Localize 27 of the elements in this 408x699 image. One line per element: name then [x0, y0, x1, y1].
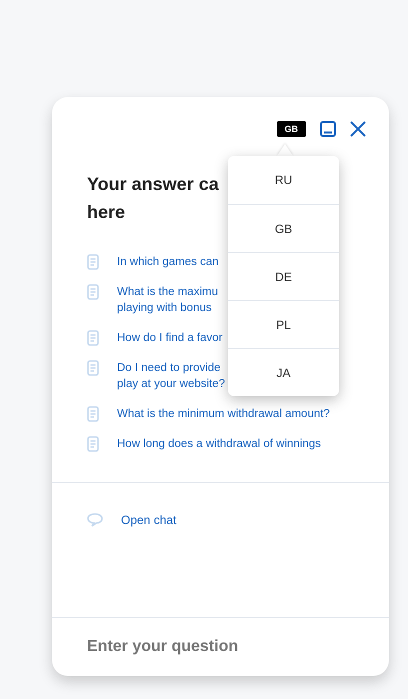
- open-chat-link[interactable]: Open chat: [121, 513, 176, 527]
- question-link[interactable]: What is the maximu: [117, 284, 218, 300]
- language-option[interactable]: DE: [228, 252, 339, 300]
- document-icon: [87, 330, 99, 346]
- document-icon: [87, 284, 99, 300]
- document-icon: [87, 436, 99, 452]
- panel-heading: here: [87, 201, 126, 224]
- chat-bubble-icon: [87, 513, 103, 527]
- document-icon: [87, 254, 99, 270]
- language-option[interactable]: PL: [228, 300, 339, 348]
- language-option[interactable]: RU: [228, 156, 339, 204]
- question-input[interactable]: Enter your question: [52, 618, 389, 676]
- question-link[interactable]: How long does a withdrawal of winnings: [117, 436, 321, 452]
- document-icon: [87, 360, 99, 376]
- question-link[interactable]: playing with bonus: [117, 300, 212, 316]
- question-link[interactable]: Do I need to provide: [117, 360, 221, 376]
- language-option[interactable]: GB: [228, 204, 339, 252]
- document-icon: [87, 406, 99, 422]
- question-link[interactable]: How do I find a favor: [117, 330, 222, 346]
- language-option[interactable]: JA: [228, 348, 339, 396]
- question-link[interactable]: What is the minimum withdrawal amount?: [117, 406, 330, 422]
- language-badge[interactable]: GB: [276, 121, 306, 137]
- close-icon[interactable]: [350, 121, 366, 137]
- minimize-icon[interactable]: [320, 121, 336, 137]
- panel-heading: Your answer ca: [87, 173, 219, 196]
- question-link[interactable]: play at your website?: [117, 376, 226, 392]
- question-link[interactable]: In which games can: [117, 254, 219, 270]
